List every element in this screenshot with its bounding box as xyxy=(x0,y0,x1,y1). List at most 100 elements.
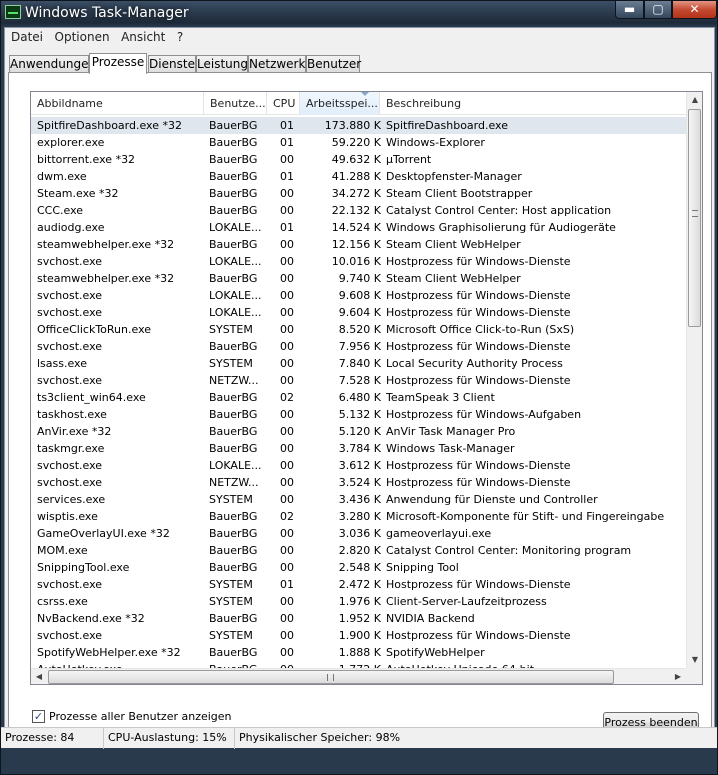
process-memory: 1.976 K xyxy=(338,595,381,608)
column-cpu[interactable]: CPU xyxy=(267,92,300,115)
close-button[interactable]: ✕ xyxy=(672,1,717,19)
table-row[interactable]: SpitfireDashboard.exe *32 BauerBG 01 173.88… xyxy=(31,117,686,134)
tab-benutzer[interactable]: Benutzer xyxy=(306,55,361,73)
process-cpu: 00 xyxy=(280,544,294,557)
process-description: Hostprozess für Windows-Dienste xyxy=(386,629,571,642)
process-user: NETZW... xyxy=(209,476,259,489)
table-row[interactable]: svchost.exe LOKALE... 00 3.612 K Hostprozess… xyxy=(31,457,686,474)
menu-datei[interactable]: Datei xyxy=(7,28,47,46)
process-cpu: 00 xyxy=(280,323,294,336)
table-row[interactable]: ts3client_win64.exe BauerBG 02 6.480 K TeamS… xyxy=(31,389,686,406)
maximize-button[interactable]: ▢ xyxy=(644,1,672,19)
process-user: BauerBG xyxy=(209,561,258,574)
vertical-scroll-thumb[interactable] xyxy=(688,109,701,327)
process-name: CCC.exe xyxy=(37,204,84,217)
table-row[interactable]: svchost.exe NETZW... 00 7.528 K Hostprozess … xyxy=(31,372,686,389)
scroll-down-button[interactable]: ▼ xyxy=(687,652,702,668)
process-user: BauerBG xyxy=(209,425,258,438)
table-row[interactable]: SnippingTool.exe BauerBG 00 2.548 K Snipping… xyxy=(31,559,686,576)
tab-leistung[interactable]: Leistung xyxy=(196,55,248,73)
table-row[interactable]: svchost.exe LOKALE... 00 9.608 K Hostprozess… xyxy=(31,287,686,304)
tab-anwendungen[interactable]: Anwendungen xyxy=(9,55,96,73)
process-user: BauerBG xyxy=(209,612,258,625)
table-row[interactable]: audiodg.exe LOKALE... 01 14.524 K Windows Gr… xyxy=(31,219,686,236)
process-description: TeamSpeak 3 Client xyxy=(386,391,495,404)
process-cpu: 00 xyxy=(280,646,294,659)
process-user: BauerBG xyxy=(209,238,258,251)
table-row[interactable]: dwm.exe BauerBG 01 41.288 K Desktopfenster-M… xyxy=(31,168,686,185)
window-title: Windows Task-Manager xyxy=(25,5,189,21)
table-row[interactable]: steamwebhelper.exe *32 BauerBG 00 9.740 K St… xyxy=(31,270,686,287)
scroll-right-button[interactable]: ▶ xyxy=(670,669,686,684)
scroll-left-button[interactable]: ◀ xyxy=(31,669,47,684)
table-row[interactable]: svchost.exe LOKALE... 00 9.604 K Hostprozess… xyxy=(31,304,686,321)
table-row[interactable]: SpotifyWebHelper.exe *32 BauerBG 00 1.888 K… xyxy=(31,644,686,661)
table-row[interactable]: explorer.exe BauerBG 01 59.220 K Windows-Exp… xyxy=(31,134,686,151)
tab-prozesse[interactable]: Prozesse xyxy=(89,53,147,74)
process-memory: 3.436 K xyxy=(338,493,381,506)
table-row[interactable]: AnVir.exe *32 BauerBG 00 5.120 K AnVir Task … xyxy=(31,423,686,440)
process-description: Hostprozess für Windows-Dienste xyxy=(386,374,571,387)
process-cpu: 00 xyxy=(280,629,294,642)
process-memory: 34.272 K xyxy=(331,187,381,200)
table-row[interactable]: taskhost.exe BauerBG 00 5.132 K Hostprozess … xyxy=(31,406,686,423)
table-row[interactable]: svchost.exe SYSTEM 01 2.472 K Hostprozess fü… xyxy=(31,576,686,593)
table-row[interactable]: lsass.exe SYSTEM 00 7.840 K Local Security A… xyxy=(31,355,686,372)
menu-optionen[interactable]: Optionen xyxy=(51,28,114,46)
column-header: Abbildname Benutze... CPU Arbeitsspei...… xyxy=(31,92,686,115)
table-row[interactable]: MOM.exe BauerBG 00 2.820 K Catalyst Control … xyxy=(31,542,686,559)
process-name: svchost.exe xyxy=(37,374,103,387)
title-bar[interactable]: Windows Task-Manager ▬ ▢ ✕ xyxy=(1,1,717,26)
table-row[interactable]: bittorrent.exe *32 BauerBG 00 49.632 K µTorr… xyxy=(31,151,686,168)
scroll-up-button[interactable]: ▲ xyxy=(687,92,702,108)
table-row[interactable]: svchost.exe SYSTEM 00 1.900 K Hostprozess fü… xyxy=(31,627,686,644)
table-row[interactable]: NvBackend.exe *32 BauerBG 00 1.952 K NVIDIA … xyxy=(31,610,686,627)
process-memory: 14.524 K xyxy=(331,221,381,234)
table-row[interactable]: Steam.exe *32 BauerBG 00 34.272 K Steam Clie… xyxy=(31,185,686,202)
tab-netzwerk[interactable]: Netzwerk xyxy=(248,55,306,73)
process-name: services.exe xyxy=(37,493,106,506)
process-name: svchost.exe xyxy=(37,476,103,489)
show-all-users-checkbox[interactable]: ✓ xyxy=(32,710,45,723)
table-row[interactable]: svchost.exe LOKALE... 00 10.016 K Hostprozes… xyxy=(31,253,686,270)
horizontal-scrollbar[interactable]: ◀ ▶ xyxy=(31,668,686,684)
table-row[interactable]: wisptis.exe BauerBG 02 3.280 K Microsoft-Kom… xyxy=(31,508,686,525)
table-row[interactable]: steamwebhelper.exe *32 BauerBG 00 12.156 K S… xyxy=(31,236,686,253)
process-name: wisptis.exe xyxy=(37,510,98,523)
process-description: Hostprozess für Windows-Dienste xyxy=(386,289,571,302)
process-name: dwm.exe xyxy=(37,170,87,183)
process-cpu: 00 xyxy=(280,153,294,166)
column-abbildname[interactable]: Abbildname xyxy=(31,92,204,115)
process-user: BauerBG xyxy=(209,187,258,200)
process-description: Steam Client Bootstrapper xyxy=(386,187,533,200)
process-memory: 3.784 K xyxy=(338,442,381,455)
table-row[interactable]: CCC.exe BauerBG 00 22.132 K Catalyst Control… xyxy=(31,202,686,219)
process-memory: 41.288 K xyxy=(331,170,381,183)
process-user: BauerBG xyxy=(209,153,258,166)
process-name: Steam.exe *32 xyxy=(37,187,119,200)
tab-dienste[interactable]: Dienste xyxy=(148,55,196,73)
minimize-button[interactable]: ▬ xyxy=(615,1,644,19)
status-bar: Prozesse: 84 CPU-Auslastung: 15% Physika… xyxy=(1,727,717,749)
table-row[interactable]: svchost.exe NETZW... 00 3.524 K Hostprozess … xyxy=(31,474,686,491)
process-description: Snipping Tool xyxy=(386,561,459,574)
table-row[interactable]: taskmgr.exe BauerBG 00 3.784 K Windows Task-… xyxy=(31,440,686,457)
process-description: Microsoft-Komponente für Stift- und Fing… xyxy=(386,510,665,523)
show-all-users-label[interactable]: Prozesse aller Benutzer anzeigen xyxy=(49,709,232,724)
horizontal-scroll-thumb[interactable] xyxy=(48,670,614,684)
table-row[interactable]: OfficeClickToRun.exe SYSTEM 00 8.520 K Micro… xyxy=(31,321,686,338)
process-name: ts3client_win64.exe xyxy=(37,391,146,404)
table-row[interactable]: services.exe SYSTEM 00 3.436 K Anwendung für… xyxy=(31,491,686,508)
process-name: AnVir.exe *32 xyxy=(37,425,112,438)
column-beschreibung[interactable]: Beschreibung xyxy=(380,92,686,115)
menu-help[interactable]: ? xyxy=(173,28,187,46)
menu-ansicht[interactable]: Ansicht xyxy=(117,28,169,46)
process-description: Hostprozess für Windows-Dienste xyxy=(386,476,571,489)
table-row[interactable]: csrss.exe SYSTEM 00 1.976 K Client-Server-La… xyxy=(31,593,686,610)
table-row[interactable]: GameOverlayUI.exe *32 BauerBG 00 3.036 K gam… xyxy=(31,525,686,542)
process-description: NVIDIA Backend xyxy=(386,612,475,625)
column-benutzer[interactable]: Benutze... xyxy=(204,92,267,115)
table-row[interactable]: svchost.exe BauerBG 00 7.956 K Hostprozess f… xyxy=(31,338,686,355)
vertical-scrollbar[interactable]: ▲ ▼ xyxy=(686,92,702,668)
process-user: SYSTEM xyxy=(209,595,253,608)
